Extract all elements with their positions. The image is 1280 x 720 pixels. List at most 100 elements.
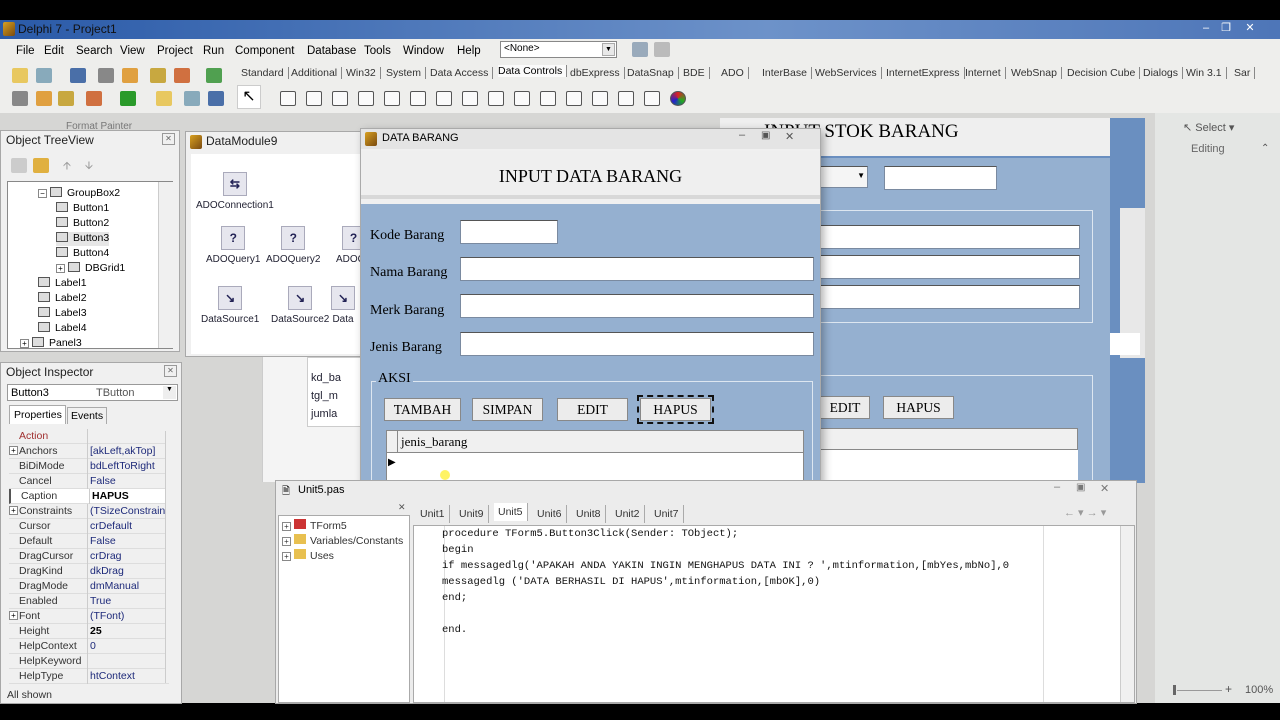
component-datasource2[interactable]: ↘ DataSource2 — [271, 286, 329, 325]
menu-window[interactable]: Window — [403, 45, 444, 57]
select-button[interactable]: ↖ Select ▾ — [1183, 121, 1234, 134]
property-row[interactable]: Height 25 — [9, 624, 169, 639]
property-row[interactable]: + Anchors [akLeft,akTop] — [9, 444, 169, 459]
expand-icon[interactable]: + — [9, 506, 18, 515]
palette-tab-webservices[interactable]: WebServices — [815, 67, 882, 79]
toolbar-icon[interactable] — [654, 42, 670, 57]
toolbar-icon[interactable] — [12, 91, 28, 106]
palette-tab-dbexpress[interactable]: dbExpress — [570, 67, 625, 79]
property-value[interactable]: False — [90, 535, 116, 547]
menu-component[interactable]: Component — [235, 45, 294, 57]
code-area[interactable] — [413, 525, 1135, 703]
palette-tab-datasnap[interactable]: DataSnap — [627, 67, 679, 79]
property-value[interactable]: crDrag — [90, 550, 122, 562]
component-data[interactable]: ↘ Data — [331, 286, 355, 325]
palette-tab-interbase[interactable]: InterBase — [762, 67, 812, 79]
property-row[interactable]: Cancel False — [9, 474, 169, 489]
property-row[interactable]: DragMode dmManual — [9, 579, 169, 594]
palette-component-icon[interactable] — [436, 91, 452, 106]
arrow-up-icon[interactable]: 🡩 — [63, 157, 71, 176]
component-adoqu[interactable]: ? ADOQu — [336, 226, 361, 265]
property-value[interactable]: (TFont) — [90, 610, 124, 622]
maximize-button[interactable]: ▣ — [761, 130, 770, 141]
close-button[interactable]: ✕ — [1100, 482, 1109, 495]
palette-tab-win-3-1[interactable]: Win 3.1 — [1186, 67, 1227, 79]
toolbar-icon[interactable] — [36, 68, 52, 83]
scrollbar[interactable] — [1120, 526, 1134, 702]
property-row[interactable]: BiDiMode bdLeftToRight — [9, 459, 169, 474]
palette-component-icon[interactable] — [306, 91, 322, 106]
component-adoquery1[interactable]: ? ADOQuery1 — [206, 226, 260, 265]
grid-body[interactable] — [820, 450, 1078, 483]
property-row[interactable]: Default False — [9, 534, 169, 549]
tab-unit8[interactable]: Unit8 — [572, 505, 606, 523]
tab-unit2[interactable]: Unit2 — [611, 505, 645, 523]
restore-button[interactable]: ❐ — [1216, 21, 1236, 36]
delete-item-icon[interactable] — [33, 158, 49, 173]
palette-tab-decision-cube[interactable]: Decision Cube — [1067, 67, 1141, 79]
new-item-icon[interactable] — [11, 158, 27, 173]
text-field[interactable] — [1110, 333, 1140, 355]
tree-item[interactable]: Button1 — [56, 202, 109, 216]
minimize-button[interactable]: – — [739, 129, 745, 141]
menu-edit[interactable]: Edit — [44, 45, 64, 57]
tree-item[interactable]: Button3 — [56, 232, 110, 246]
menu-tools[interactable]: Tools — [364, 45, 391, 57]
text-field[interactable] — [884, 166, 997, 190]
palette-component-icon[interactable] — [332, 91, 348, 106]
palette-tab-standard[interactable]: Standard — [241, 67, 289, 79]
palette-component-icon[interactable] — [280, 91, 296, 106]
property-value[interactable]: [akLeft,akTop] — [90, 445, 155, 457]
property-value[interactable]: (TSizeConstraint — [90, 505, 168, 517]
scrollbar[interactable] — [165, 431, 178, 683]
menu-project[interactable]: Project — [157, 45, 193, 57]
toolbar-icon[interactable] — [36, 91, 52, 106]
kode-barang-field[interactable] — [460, 220, 558, 244]
maximize-button[interactable]: ▣ — [1076, 482, 1085, 493]
toolbar-icon[interactable] — [150, 68, 166, 83]
tambah-button[interactable]: TAMBAH — [384, 398, 461, 421]
expand-icon[interactable]: − — [38, 189, 47, 198]
property-value[interactable]: HAPUS — [92, 490, 129, 502]
simpan-button[interactable]: SIMPAN — [472, 398, 543, 421]
jenis-barang-field[interactable] — [460, 332, 814, 356]
navigate-back-icon[interactable]: ← ▾ → ▾ — [1064, 506, 1106, 519]
text-field[interactable] — [820, 225, 1080, 249]
close-button[interactable]: ✕ — [1240, 21, 1260, 36]
tree-item[interactable]: − GroupBox2 — [38, 187, 120, 201]
property-value[interactable]: 25 — [90, 625, 102, 637]
palette-component-icon[interactable] — [358, 91, 374, 106]
explorer-item[interactable]: + Uses — [282, 549, 334, 562]
text-field[interactable] — [820, 285, 1080, 309]
palette-tab-websnap[interactable]: WebSnap — [1011, 67, 1062, 79]
close-explorer-icon[interactable]: ✕ — [398, 502, 406, 513]
expand-icon[interactable]: + — [9, 611, 18, 620]
arrow-down-icon[interactable]: 🡫 — [85, 157, 93, 176]
hapus-button[interactable]: HAPUS — [637, 395, 714, 424]
palette-component-icon[interactable] — [540, 91, 556, 106]
palette-tab-bde[interactable]: BDE — [683, 67, 710, 79]
chevron-down-icon[interactable]: ▼ — [602, 43, 615, 56]
toolbar-icon[interactable] — [184, 91, 200, 106]
property-row[interactable]: Cursor crDefault — [9, 519, 169, 534]
toolbar-icon[interactable] — [122, 68, 138, 83]
nama-barang-field[interactable] — [460, 257, 814, 281]
tree-item[interactable]: Label3 — [38, 307, 87, 321]
toolbar-icon[interactable] — [174, 68, 190, 83]
close-icon[interactable]: ✕ — [164, 365, 177, 377]
zoom-slider-track[interactable] — [1177, 690, 1222, 691]
palette-tab-dialogs[interactable]: Dialogs — [1143, 67, 1184, 79]
tree-item[interactable]: + Panel3 — [20, 337, 82, 351]
pointer-tool-icon[interactable]: ↖ — [237, 85, 261, 109]
close-button[interactable]: ✕ — [785, 130, 794, 143]
palette-component-icon[interactable] — [384, 91, 400, 106]
tree-item[interactable]: Button4 — [56, 247, 109, 261]
property-row[interactable]: + Constraints (TSizeConstraint — [9, 504, 169, 519]
property-row[interactable]: DragCursor crDrag — [9, 549, 169, 564]
run-icon[interactable] — [120, 91, 136, 106]
component-selector[interactable]: Button3 TButton ▼ — [7, 384, 178, 401]
chevron-down-icon[interactable]: ▼ — [163, 386, 176, 399]
tab-unit9[interactable]: Unit9 — [455, 505, 489, 523]
minimize-button[interactable]: – — [1054, 481, 1060, 493]
zoom-in-icon[interactable]: + — [1225, 682, 1232, 696]
